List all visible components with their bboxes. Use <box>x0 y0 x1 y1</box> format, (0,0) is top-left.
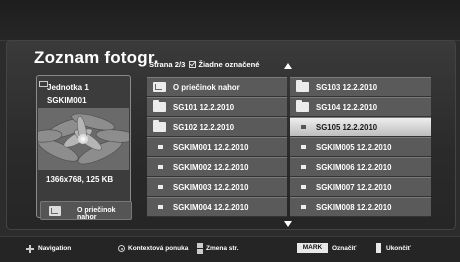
page-info: Strana 2/3 Žiadne označené <box>149 60 260 69</box>
file-item-sgkim005[interactable]: SGKIM005 12.2.2010 <box>290 137 431 157</box>
folder-icon <box>296 100 309 112</box>
file-item-label: SG103 12.2.2010 <box>316 83 378 92</box>
scroll-up-arrow-icon[interactable] <box>284 63 292 69</box>
file-item-label: SGKIM005 12.2.2010 <box>316 143 392 152</box>
checkbox-icon <box>189 61 197 68</box>
help-exit: Ukončiť <box>386 245 411 252</box>
top-bar <box>0 0 460 41</box>
file-item-sg101[interactable]: SG101 12.2.2010 <box>147 97 287 117</box>
file-item-label: SGKIM002 12.2.2010 <box>173 163 249 172</box>
folder-up-icon <box>49 206 61 216</box>
page-counter: Strana 2/3 <box>149 60 186 69</box>
file-item-sgkim004[interactable]: SGKIM004 12.2.2010 <box>147 197 287 217</box>
folder-icon <box>153 120 166 132</box>
file-item-label: SGKIM004 12.2.2010 <box>173 203 249 212</box>
file-item-label: SGKIM003 12.2.2010 <box>173 183 249 192</box>
file-item-sgkim007[interactable]: SGKIM007 12.2.2010 <box>290 177 431 197</box>
exit-key-icon <box>376 243 381 253</box>
file-item-sg102[interactable]: SG102 12.2.2010 <box>147 117 287 137</box>
photo-file-icon <box>301 145 306 149</box>
page-title: Zoznam fotogr. <box>34 48 159 67</box>
file-item-label: SGKIM008 12.2.2010 <box>316 203 392 212</box>
preview-file-info: 1366x768, 125 KB <box>46 175 114 184</box>
photo-file-icon <box>301 185 306 189</box>
preview-device-name: Jednotka 1 <box>47 83 89 92</box>
preview-thumbnail <box>38 108 129 170</box>
folder-icon <box>296 80 309 92</box>
file-item-label: SG104 12.2.2010 <box>316 103 378 112</box>
file-item-label: SGKIM006 12.2.2010 <box>316 163 392 172</box>
file-item-parent-folder[interactable]: O priečinok nahor <box>147 77 287 97</box>
photo-file-icon <box>301 165 306 169</box>
parent-folder-button-label: O priečinok nahor <box>77 207 116 221</box>
help-page-change: Zmena str. <box>206 245 239 252</box>
file-item-label: SGKIM007 12.2.2010 <box>316 183 392 192</box>
file-item-sgkim001[interactable]: SGKIM001 12.2.2010 <box>147 137 287 157</box>
scroll-down-arrow-icon[interactable] <box>284 221 292 227</box>
page-change-icon <box>197 243 203 254</box>
file-item-label: SGKIM001 12.2.2010 <box>173 143 249 152</box>
folder-up-icon <box>153 82 166 92</box>
help-navigation: Navigation <box>38 245 72 252</box>
photo-file-icon <box>158 205 163 209</box>
file-item-sg104[interactable]: SG104 12.2.2010 <box>290 97 431 117</box>
file-item-sgkim008[interactable]: SGKIM008 12.2.2010 <box>290 197 431 217</box>
navigation-arrows-icon <box>26 245 34 253</box>
photo-file-icon <box>158 165 163 169</box>
file-item-sgkim006[interactable]: SGKIM006 12.2.2010 <box>290 157 431 177</box>
file-item-sg103[interactable]: SG103 12.2.2010 <box>290 77 431 97</box>
photo-file-icon <box>158 185 163 189</box>
photo-file-icon <box>301 205 306 209</box>
folder-icon <box>153 100 166 112</box>
file-item-label: O priečinok nahor <box>173 83 240 92</box>
help-context-menu: Kontextová ponuka <box>128 245 189 252</box>
file-item-sgkim003[interactable]: SGKIM003 12.2.2010 <box>147 177 287 197</box>
mark-key-icon: MARK <box>297 243 328 253</box>
help-mark: Označiť <box>332 245 357 252</box>
file-item-label: SG102 12.2.2010 <box>173 123 235 132</box>
preview-file-id: SGKIM001 <box>47 96 87 105</box>
ok-button-icon <box>118 245 125 252</box>
file-item-sg105-selected[interactable]: SG105 12.2.2010 <box>290 117 431 137</box>
selection-status: Žiadne označené <box>198 60 260 69</box>
parent-folder-button[interactable]: O priečinok nahor <box>40 201 132 221</box>
photo-file-icon <box>158 145 163 149</box>
file-item-label: SG101 12.2.2010 <box>173 103 235 112</box>
photo-file-icon <box>301 125 306 129</box>
file-item-sgkim002[interactable]: SGKIM002 12.2.2010 <box>147 157 287 177</box>
file-item-label: SG105 12.2.2010 <box>316 123 378 132</box>
file-grid: O priečinok nahor SG101 12.2.2010 SG102 … <box>147 77 431 218</box>
